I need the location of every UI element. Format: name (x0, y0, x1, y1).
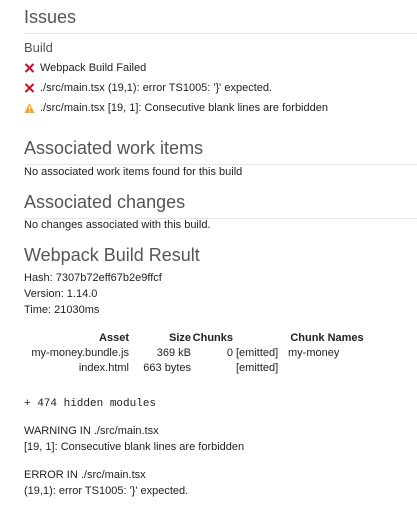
asset-chunk-names (288, 362, 366, 377)
work-items-title: Associated work items (24, 138, 417, 165)
error-icon (24, 62, 35, 74)
issue-text: ./src/main.tsx (19,1): error TS1005: '}'… (40, 82, 273, 94)
asset-name: index.html (78, 362, 129, 374)
warning-detail: [19, 1]: Consecutive blank lines are for… (24, 441, 245, 453)
build-hash: Hash: 7307b72eff67b2e9ffcf (24, 272, 162, 284)
table-row: index.html 663 bytes [emitted] (26, 362, 366, 377)
issue-item: ./src/main.tsx [19, 1]: Consecutive blan… (24, 102, 328, 114)
webpack-version: Version: 1.14.0 (24, 288, 98, 300)
asset-flags: [emitted] (236, 362, 279, 374)
work-items-empty-text: No associated work items found for this … (24, 166, 243, 178)
asset-name: my-money.bundle.js (31, 347, 129, 359)
issue-item: Webpack Build Failed (24, 62, 146, 74)
changes-title: Associated changes (24, 192, 417, 219)
column-header-asset: Asset (99, 332, 129, 344)
assets-header-row: Asset Size Chunks Chunk Names (26, 332, 366, 347)
webpack-result-title: Webpack Build Result (24, 245, 200, 265)
assets-table: Asset Size Chunks Chunk Names my-money.b… (26, 332, 366, 377)
asset-chunk-names: my-money (288, 347, 340, 359)
warning-header: WARNING IN ./src/main.tsx (24, 425, 159, 437)
issue-text: ./src/main.tsx [19, 1]: Consecutive blan… (40, 102, 328, 114)
hidden-modules-text: + 474 hidden modules (24, 398, 157, 410)
column-header-size: Size (168, 332, 191, 344)
column-header-flags (233, 332, 288, 347)
issue-text: Webpack Build Failed (40, 62, 147, 74)
build-time: Time: 21030ms (24, 304, 100, 316)
table-row: my-money.bundle.js 369 kB 0 [emitted] my… (26, 347, 366, 362)
issue-item: ./src/main.tsx (19,1): error TS1005: '}'… (24, 82, 272, 94)
column-header-chunk-names: Chunk Names (290, 332, 364, 344)
asset-chunks (191, 362, 233, 377)
error-icon (24, 82, 35, 94)
warning-icon (24, 102, 35, 114)
column-header-chunks: Chunks (192, 332, 233, 344)
asset-flags: [emitted] (236, 347, 279, 359)
issues-group-label: Build (24, 40, 53, 55)
issues-title: Issues (24, 7, 417, 34)
asset-chunks: 0 (226, 347, 233, 359)
error-header: ERROR IN ./src/main.tsx (24, 469, 146, 481)
asset-size: 663 bytes (143, 362, 191, 374)
changes-empty-text: No changes associated with this build. (24, 219, 211, 231)
asset-size: 369 kB (156, 347, 191, 359)
error-detail: (19,1): error TS1005: '}' expected. (24, 485, 189, 497)
